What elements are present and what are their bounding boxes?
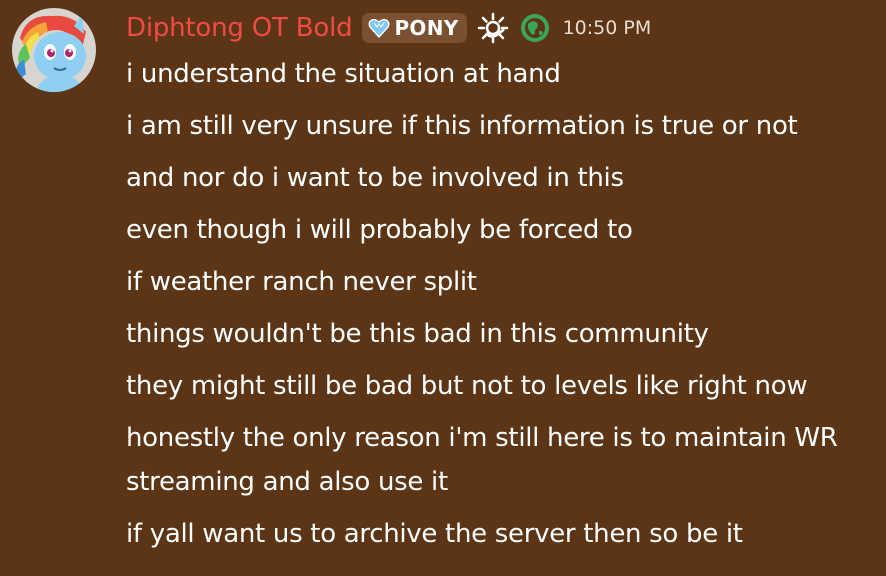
globe-badge-icon[interactable] [519, 12, 551, 44]
role-tag-label: PONY [394, 16, 459, 40]
message-line: honestly the only reason i'm still here … [126, 423, 838, 497]
pony-avatar-icon [12, 8, 96, 92]
message-lines: i understand the situation at hand i am … [126, 52, 878, 556]
message-timestamp[interactable]: 10:50 PM [563, 17, 652, 39]
message-line: if weather ranch never split [126, 267, 477, 297]
role-tag[interactable]: PONY [362, 13, 467, 43]
message-header: Diphtong OT Bold PONY 10:50 PM [126, 8, 878, 48]
message-line: even though i will probably be forced to [126, 215, 633, 245]
author-username[interactable]: Diphtong OT Bold [126, 13, 353, 43]
message-line: i am still very unsure if this informati… [126, 111, 798, 141]
message-line: things wouldn't be this bad in this comm… [126, 319, 709, 349]
user-avatar[interactable] [12, 8, 96, 92]
message-line: if yall want us to archive the server th… [126, 519, 743, 549]
chat-message: Diphtong OT Bold PONY 10:50 PM i underst… [0, 0, 886, 576]
message-line: and nor do i want to be involved in this [126, 163, 624, 193]
message-line: they might still be bad but not to level… [126, 371, 808, 401]
crystal-heart-icon [368, 18, 390, 39]
message-content: Diphtong OT Bold PONY 10:50 PM i underst… [126, 8, 878, 564]
message-line: i understand the situation at hand [126, 59, 561, 89]
sparkle-badge-icon[interactable] [477, 12, 509, 44]
